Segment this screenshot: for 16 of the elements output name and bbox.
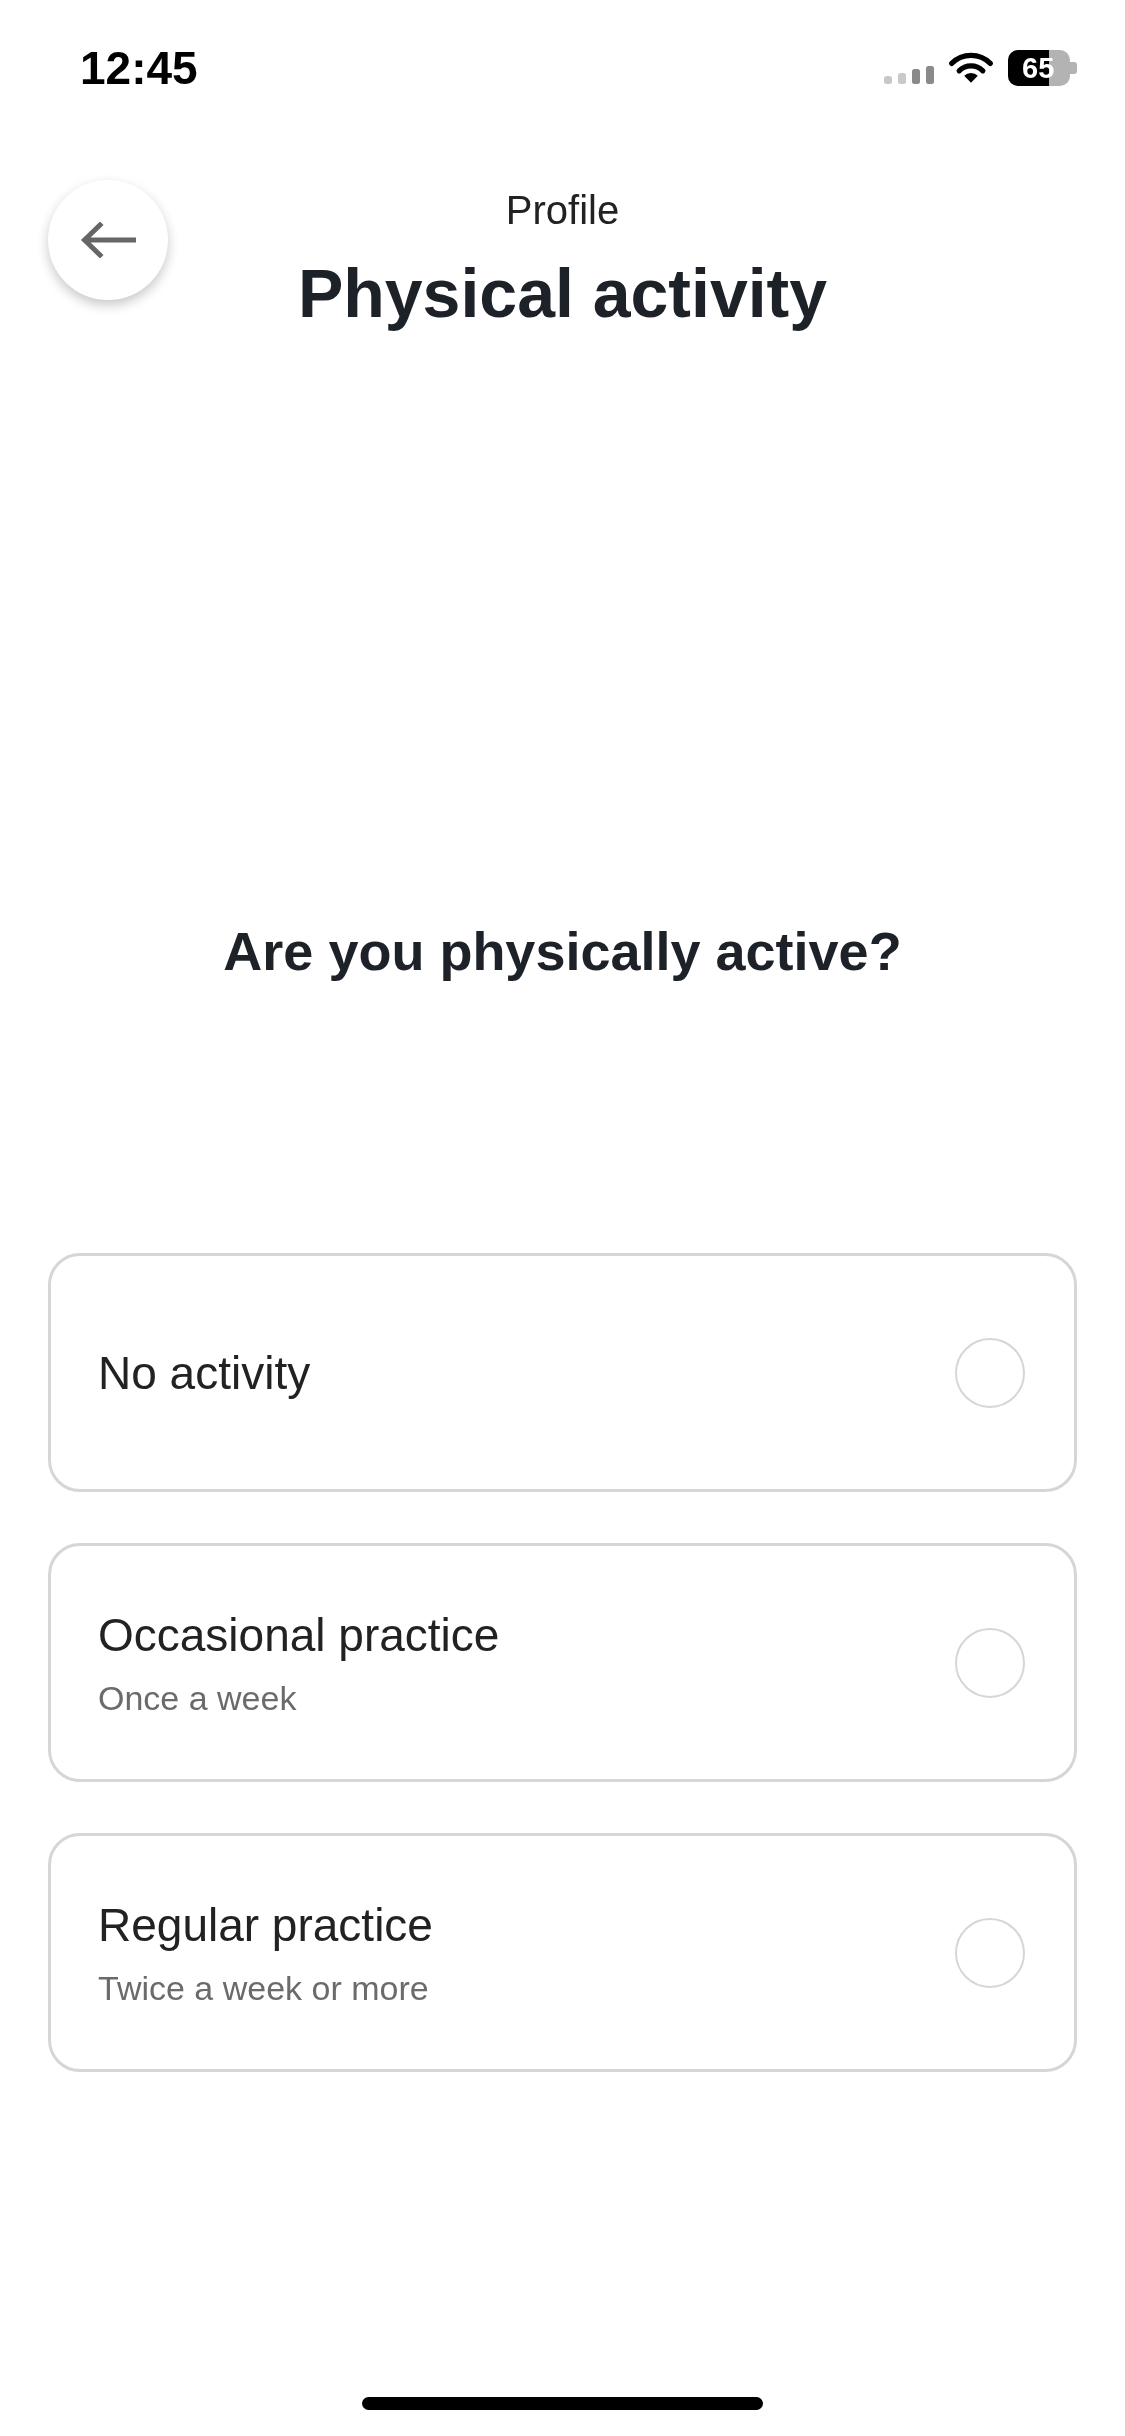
option-card[interactable]: No activity: [48, 1253, 1077, 1492]
back-button[interactable]: [48, 180, 168, 300]
wifi-icon: [949, 52, 993, 84]
option-label: No activity: [98, 1345, 312, 1401]
option-description: Twice a week or more: [98, 1967, 430, 2009]
option-card[interactable]: Regular practice Twice a week or more: [48, 1833, 1077, 2072]
status-time: 12:45: [80, 42, 198, 94]
arrow-left-icon: [80, 222, 136, 258]
option-card[interactable]: Occasional practice Once a week: [48, 1543, 1077, 1782]
option-label: Occasional practice: [98, 1607, 501, 1663]
page-subtitle: Profile: [504, 187, 621, 233]
signal-icon: [884, 66, 934, 84]
option-description: Once a week: [98, 1677, 298, 1719]
option-label: Regular practice: [98, 1897, 434, 1953]
page-title: Physical activity: [297, 254, 828, 333]
question-text: Are you physically active?: [222, 920, 903, 983]
